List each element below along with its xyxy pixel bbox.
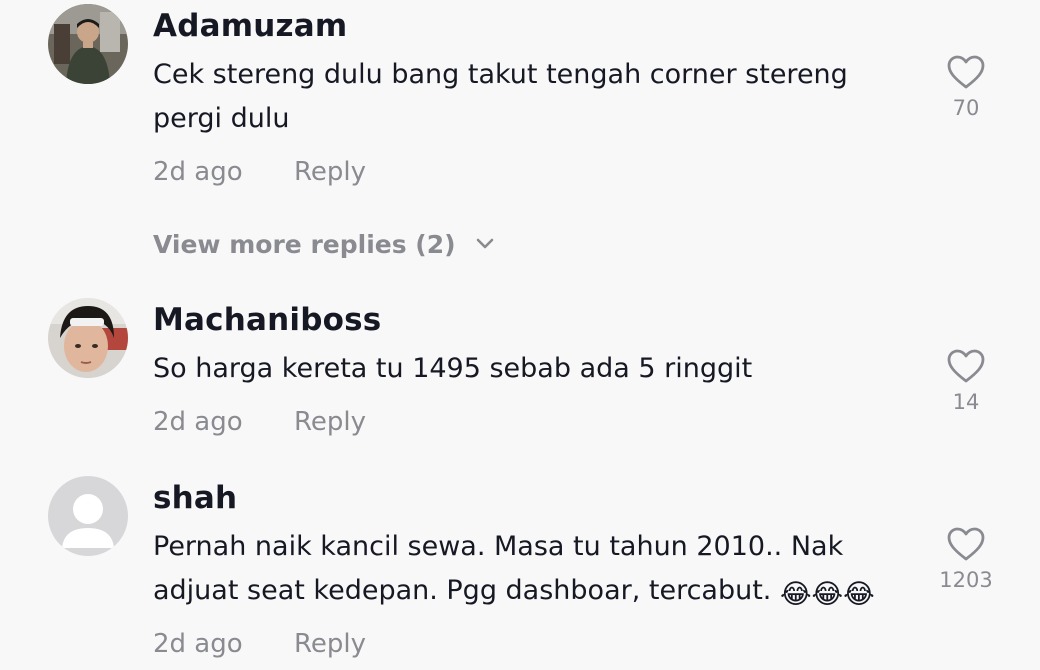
comment-text-body: Pernah naik kancil sewa. Masa tu tahun 2… bbox=[153, 531, 844, 606]
like-count: 70 bbox=[952, 96, 980, 120]
like-button[interactable]: 1203 bbox=[925, 526, 1007, 592]
comment-text: Cek stereng dulu bang takut tengah corne… bbox=[153, 59, 848, 134]
heart-outline-icon[interactable] bbox=[946, 54, 986, 90]
laughing-emoji: 😂😂😂 bbox=[779, 579, 875, 610]
comment-meta: 2d ago Reply bbox=[153, 157, 366, 187]
comment-meta: 2d ago Reply bbox=[153, 629, 366, 659]
like-count: 14 bbox=[952, 390, 980, 414]
view-more-replies-label[interactable]: View more replies (2) bbox=[153, 230, 456, 259]
reply-button[interactable]: Reply bbox=[294, 157, 366, 187]
like-button[interactable]: 14 bbox=[925, 348, 1007, 414]
comment-time: 2d ago bbox=[153, 629, 243, 659]
avatar[interactable] bbox=[48, 476, 128, 556]
heart-outline-icon[interactable] bbox=[946, 348, 986, 384]
comment-meta: 2d ago Reply bbox=[153, 407, 366, 437]
comment-item: shah Pernah naik kancil sewa. Masa tu ta… bbox=[0, 474, 1040, 670]
comment-item: Adamuzam Cek stereng dulu bang takut ten… bbox=[0, 0, 1040, 259]
comment-username[interactable]: shah bbox=[153, 480, 237, 516]
comment-text: So harga kereta tu 1495 sebab ada 5 ring… bbox=[153, 353, 753, 384]
chevron-down-icon[interactable] bbox=[476, 238, 494, 250]
comment-time: 2d ago bbox=[153, 407, 243, 437]
comment-item: Machaniboss So harga kereta tu 1495 seba… bbox=[0, 296, 1040, 456]
reply-button[interactable]: Reply bbox=[294, 629, 366, 659]
avatar[interactable] bbox=[48, 298, 128, 378]
comment-time: 2d ago bbox=[153, 157, 243, 187]
like-count: 1203 bbox=[939, 568, 993, 592]
avatar[interactable] bbox=[48, 4, 128, 84]
view-more-replies[interactable]: View more replies (2) bbox=[153, 230, 494, 259]
heart-outline-icon[interactable] bbox=[946, 526, 986, 562]
comment-list: Adamuzam Cek stereng dulu bang takut ten… bbox=[0, 0, 1040, 670]
like-button[interactable]: 70 bbox=[925, 54, 1007, 120]
comment-text: Pernah naik kancil sewa. Masa tu tahun 2… bbox=[153, 525, 913, 617]
reply-button[interactable]: Reply bbox=[294, 407, 366, 437]
comment-username[interactable]: Adamuzam bbox=[153, 8, 347, 44]
comment-username[interactable]: Machaniboss bbox=[153, 302, 381, 338]
